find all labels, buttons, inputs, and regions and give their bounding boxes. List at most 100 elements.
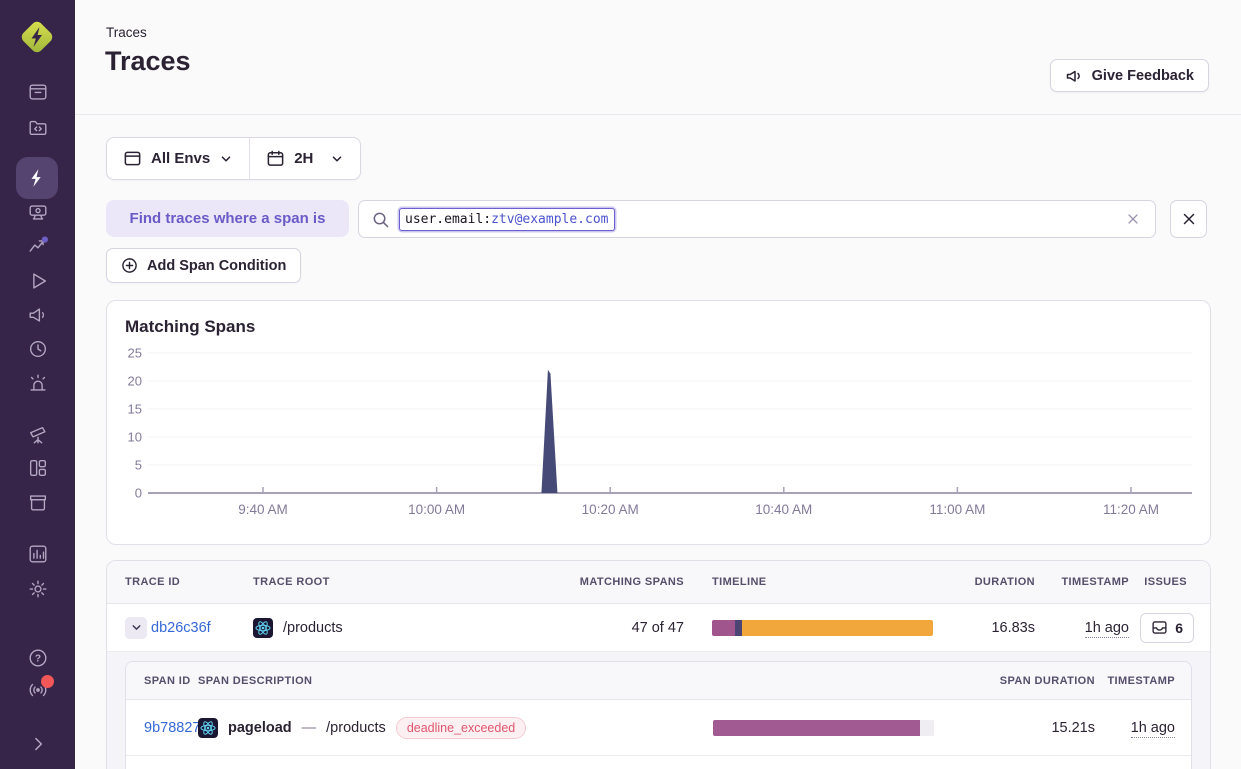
sidebar-collapse-button[interactable] (0, 727, 75, 761)
span-timestamp: 1h ago (1131, 720, 1175, 736)
svg-text:10:40 AM: 10:40 AM (755, 502, 812, 517)
sidebar-item-help[interactable]: ? (0, 641, 75, 675)
svg-text:20: 20 (128, 374, 142, 389)
breadcrumb[interactable]: Traces (106, 25, 147, 40)
sidebar-item-explore[interactable] (0, 110, 75, 144)
sentry-logo[interactable] (16, 16, 58, 58)
close-icon (1180, 210, 1198, 228)
sidebar-item-whats-new[interactable] (0, 673, 75, 707)
remove-condition-button[interactable] (1170, 200, 1207, 238)
add-span-condition-button[interactable]: Add Span Condition (106, 248, 301, 283)
col-matching-spans: Matching Spans (580, 576, 684, 588)
col-timestamp: Timestamp (1061, 576, 1129, 588)
header-divider (75, 114, 1241, 115)
explore-code-folder-icon (27, 116, 49, 138)
col-trace-root: Trace Root (253, 576, 330, 588)
collapse-trace-button[interactable] (125, 617, 147, 639)
add-span-condition-label: Add Span Condition (147, 258, 286, 274)
give-feedback-button[interactable]: Give Feedback (1050, 59, 1209, 92)
projector-icon (27, 201, 49, 223)
span-filter-label: Find traces where a span is (106, 200, 349, 237)
trace-duration: 16.83s (991, 620, 1035, 636)
play-icon (27, 270, 49, 292)
trace-id-link[interactable]: db26c36f (151, 620, 211, 636)
sidebar-item-replays[interactable] (0, 264, 75, 298)
clear-search-button[interactable] (1123, 209, 1143, 229)
sidebar-item-issues[interactable] (0, 75, 75, 109)
svg-text:15: 15 (128, 402, 142, 417)
svg-text:11:00 AM: 11:00 AM (929, 502, 985, 517)
search-icon (371, 210, 390, 229)
react-project-icon (253, 618, 273, 638)
timeline-segment (735, 620, 742, 636)
sidebar-item-stats[interactable] (0, 537, 75, 571)
dashboards-layout-icon (27, 457, 49, 479)
svg-text:?: ? (34, 654, 40, 665)
col-duration: Duration (975, 576, 1035, 588)
trace-root-label: /products (283, 620, 343, 636)
matching-spans-chart: 05101520259:40 AM10:00 AM10:20 AM10:40 A… (107, 301, 1210, 536)
telescope-icon (27, 424, 49, 446)
span-filter-label-text: Find traces where a span is (130, 210, 326, 227)
chevron-down-icon (130, 621, 143, 634)
trace-timeline (712, 620, 933, 636)
svg-text:10:20 AM: 10:20 AM (582, 502, 639, 517)
trace-issues-button[interactable]: 6 (1140, 613, 1194, 643)
close-icon (1125, 211, 1141, 227)
separator: — (302, 720, 317, 736)
sidebar-item-dashboards[interactable] (0, 451, 75, 485)
span-target: /products (326, 720, 386, 736)
sidebar: ? (0, 0, 75, 769)
sidebar-item-settings[interactable] (0, 572, 75, 606)
trace-root: /products (253, 618, 343, 638)
traces-page: ? Traces Traces Give Feedback All Envs (0, 0, 1241, 769)
environment-value: All Envs (151, 150, 210, 167)
sidebar-item-traces[interactable] (16, 157, 58, 199)
svg-text:9:40 AM: 9:40 AM (238, 502, 288, 517)
svg-text:10:00 AM: 10:00 AM (408, 502, 465, 517)
traces-lightning-icon (26, 167, 48, 189)
col-span-description: Span Description (198, 675, 312, 687)
give-feedback-label: Give Feedback (1092, 68, 1194, 84)
svg-text:25: 25 (128, 346, 142, 361)
svg-text:11:20 AM: 11:20 AM (1103, 502, 1159, 517)
issues-inbox-icon (1151, 619, 1168, 636)
sidebar-item-discover[interactable] (0, 418, 75, 452)
sidebar-item-crons[interactable] (0, 485, 75, 519)
sidebar-item-insights[interactable] (0, 229, 75, 263)
expanded-span-section: Span ID Span Description Span Duration T… (107, 652, 1210, 769)
span-row[interactable]: 9b78827a pageload — /products de (126, 700, 1191, 756)
span-status-badge: deadline_exceeded (396, 717, 526, 739)
archive-box-icon (27, 491, 49, 513)
svg-text:0: 0 (135, 486, 142, 501)
window-icon (123, 149, 142, 168)
date-range-selector[interactable]: 2H (250, 138, 360, 179)
svg-text:5: 5 (135, 458, 142, 473)
trace-row[interactable]: db26c36f /products 47 of 47 16.83s 1h ag… (107, 604, 1210, 652)
siren-icon (27, 372, 49, 394)
chevron-down-icon (330, 152, 344, 166)
col-trace-id: Trace ID (125, 576, 180, 588)
span-table-header: Span ID Span Description Span Duration T… (126, 662, 1191, 700)
matching-spans-count: 47 of 47 (632, 620, 684, 636)
traces-table-header: Trace ID Trace Root Matching Spans Timel… (107, 561, 1210, 604)
react-project-icon (198, 718, 218, 738)
date-range-value: 2H (294, 150, 313, 167)
gear-icon (27, 578, 49, 600)
span-duration: 15.21s (1051, 720, 1095, 736)
sidebar-item-history[interactable] (0, 332, 75, 366)
calendar-icon (266, 149, 285, 168)
sidebar-item-user-feedback[interactable] (0, 298, 75, 332)
span-search-input[interactable]: user.email:ztv@example.com (358, 200, 1156, 238)
col-issues: Issues (1144, 576, 1187, 588)
notification-dot (41, 675, 54, 688)
sidebar-item-alerts[interactable] (0, 366, 75, 400)
chevron-down-icon (219, 152, 233, 166)
span-row[interactable]: b7a7e441 http.server — GET /organization… (126, 756, 1191, 769)
sidebar-item-projects[interactable] (0, 195, 75, 229)
environment-selector[interactable]: All Envs (107, 138, 249, 179)
span-table: Span ID Span Description Span Duration T… (125, 661, 1192, 769)
issues-icon (27, 81, 49, 103)
search-token[interactable]: user.email:ztv@example.com (399, 208, 615, 231)
clock-icon (27, 338, 49, 360)
